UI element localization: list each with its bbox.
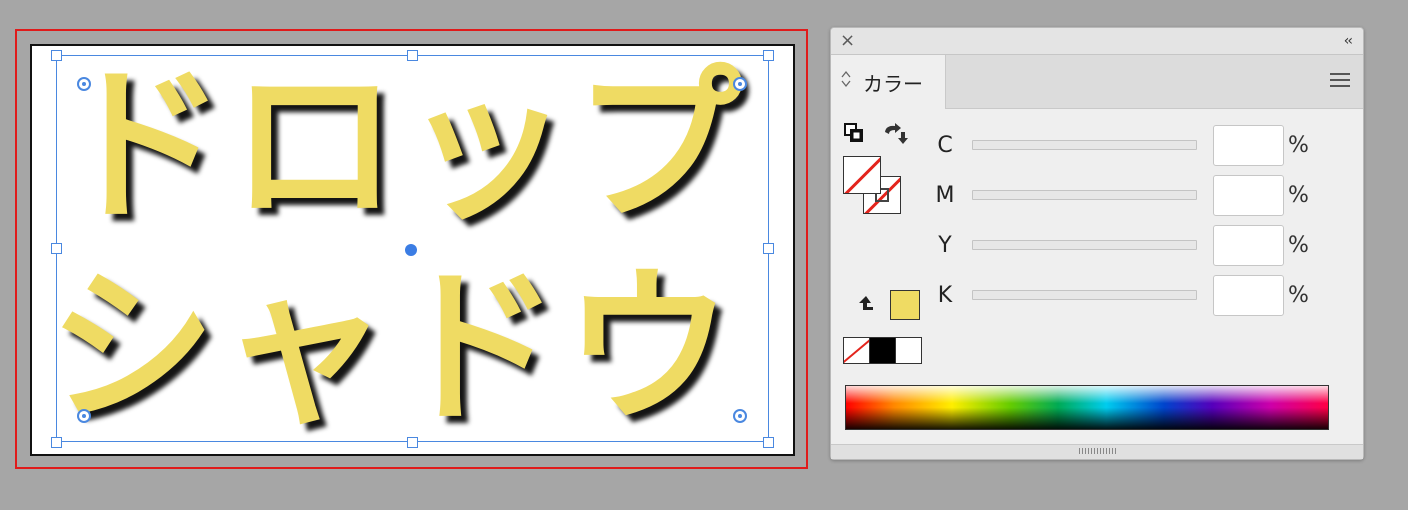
tab-color-label: カラー [863, 72, 923, 96]
close-icon[interactable]: × [840, 30, 855, 52]
resize-handle-bottom[interactable] [407, 437, 418, 448]
slider-k[interactable] [972, 290, 1197, 300]
fill-stroke-widget[interactable] [843, 156, 905, 218]
tab-color[interactable]: カラー [831, 55, 946, 109]
channel-label-c: C [937, 133, 953, 158]
channel-label-y: Y [938, 233, 952, 258]
default-fill-stroke-icon[interactable] [844, 123, 864, 147]
resize-handle-top[interactable] [407, 50, 418, 61]
center-point [405, 244, 417, 256]
channel-label-m: M [935, 183, 955, 208]
panel-menu-icon[interactable] [1330, 73, 1350, 88]
slider-m[interactable] [972, 190, 1197, 200]
color-panel: × ‹‹ カラー C % M % Y % K % [830, 27, 1364, 460]
unit-y: % [1288, 233, 1309, 258]
corner-widget-bottom-right[interactable] [733, 409, 747, 423]
corner-widget-top-right[interactable] [733, 77, 747, 91]
quick-swatches [843, 337, 922, 364]
swatch-white[interactable] [895, 338, 921, 363]
unit-m: % [1288, 183, 1309, 208]
fill-swatch-none[interactable] [843, 156, 881, 194]
last-color-swatch[interactable] [890, 290, 920, 320]
corner-widget-top-left[interactable] [77, 77, 91, 91]
channel-label-k: K [937, 283, 953, 308]
slider-y[interactable] [972, 240, 1197, 250]
tab-options-arrows-icon[interactable] [841, 70, 851, 90]
swatch-none[interactable] [844, 338, 869, 363]
panel-resize-footer[interactable] [831, 444, 1363, 459]
resize-grip-icon[interactable] [1079, 448, 1117, 454]
resize-handle-bottom-right[interactable] [763, 437, 774, 448]
color-spectrum-bar[interactable] [845, 385, 1329, 430]
unit-k: % [1288, 283, 1309, 308]
swap-fill-stroke-icon[interactable] [881, 122, 909, 150]
resize-handle-right[interactable] [763, 243, 774, 254]
corner-widget-bottom-left[interactable] [77, 409, 91, 423]
resize-handle-left[interactable] [51, 243, 62, 254]
panel-tab-row: カラー [831, 55, 1363, 109]
value-field-m[interactable] [1213, 175, 1284, 216]
value-field-c[interactable] [1213, 125, 1284, 166]
swatch-black[interactable] [869, 338, 895, 363]
last-color-arrow-icon[interactable] [856, 294, 876, 316]
resize-handle-top-right[interactable] [763, 50, 774, 61]
unit-c: % [1288, 133, 1309, 158]
value-field-y[interactable] [1213, 225, 1284, 266]
panel-titlebar[interactable]: × ‹‹ [831, 28, 1363, 55]
resize-handle-bottom-left[interactable] [51, 437, 62, 448]
value-field-k[interactable] [1213, 275, 1284, 316]
collapse-icon[interactable]: ‹‹ [1344, 30, 1353, 52]
resize-handle-top-left[interactable] [51, 50, 62, 61]
slider-c[interactable] [972, 140, 1197, 150]
